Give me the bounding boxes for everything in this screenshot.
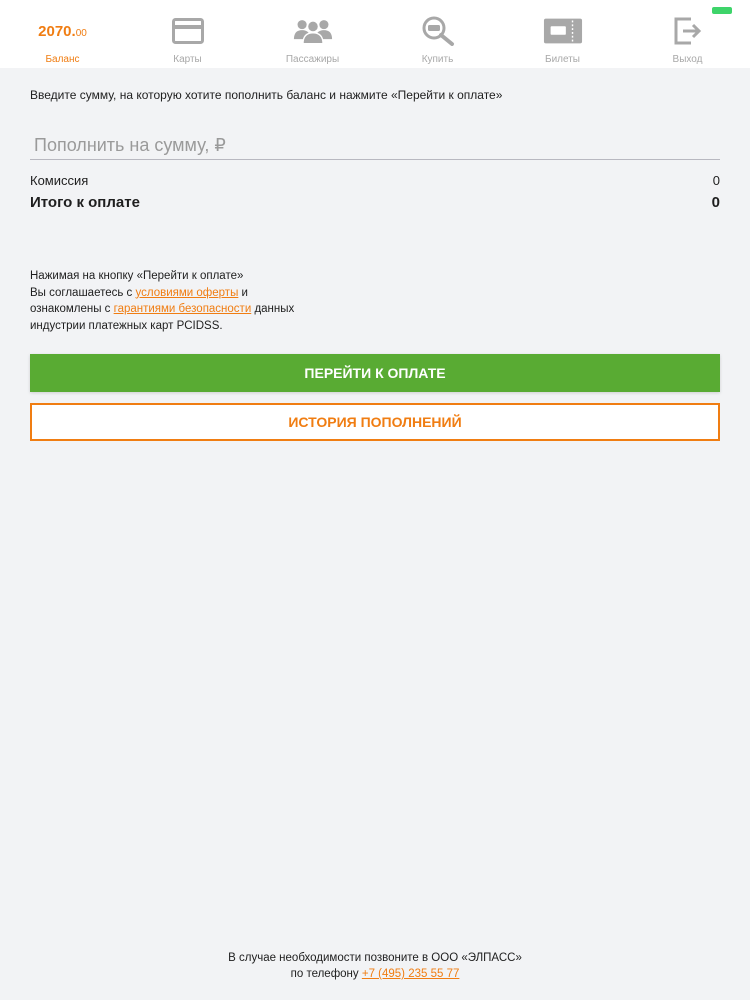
total-row: Итого к оплате 0 — [30, 194, 720, 211]
agreement-text: Нажимая на кнопку «Перейти к оплате» Вы … — [30, 270, 295, 332]
nav-item-tickets[interactable]: Билеты — [500, 0, 625, 68]
security-guarantees-link[interactable]: гарантиями безопасности — [114, 303, 252, 315]
nav-item-logout[interactable]: Выход — [625, 0, 750, 68]
users-icon — [293, 14, 333, 48]
nav-label-cards: Карты — [173, 54, 202, 65]
nav-label-logout: Выход — [672, 54, 703, 65]
topup-history-button[interactable]: ИСТОРИЯ ПОПОЛНЕНИЙ — [30, 403, 720, 441]
commission-row: Комиссия 0 — [30, 173, 720, 188]
credit-card-icon — [168, 14, 208, 48]
nav-label-buy: Купить — [421, 54, 454, 65]
ticket-icon — [543, 14, 583, 48]
nav-item-balance[interactable]: 2070.00 Баланс — [0, 0, 125, 68]
support-phone-link[interactable]: +7 (495) 235 55 77 — [362, 968, 460, 980]
nav-item-passengers[interactable]: Пассажиры — [250, 0, 375, 68]
commission-label: Комиссия — [30, 173, 89, 188]
nav-item-cards[interactable]: Карты — [125, 0, 250, 68]
amount-input[interactable] — [30, 132, 720, 160]
magnifier-icon — [418, 14, 458, 48]
offer-terms-link[interactable]: условиями оферты — [136, 287, 239, 299]
balance-value: 2070.00 — [38, 23, 87, 40]
nav-label-passengers: Пассажиры — [285, 54, 340, 65]
total-value: 0 — [711, 194, 720, 211]
nav-item-buy[interactable]: Купить — [375, 0, 500, 68]
nav-label-tickets: Билеты — [545, 54, 580, 65]
support-footer: В случае необходимости позвоните в ООО «… — [228, 952, 522, 980]
commission-value: 0 — [712, 173, 720, 188]
instruction-text: Введите сумму, на которую хотите пополни… — [30, 88, 503, 102]
nav-label-balance: Баланс — [45, 54, 80, 65]
total-label: Итого к оплате — [30, 194, 140, 211]
go-to-payment-button[interactable]: ПЕРЕЙТИ К ОПЛАТЕ — [30, 354, 720, 392]
logout-icon — [668, 14, 708, 48]
top-navigation-bar: 2070.00 Баланс Карты Пассажиры Купить Би… — [0, 0, 750, 68]
